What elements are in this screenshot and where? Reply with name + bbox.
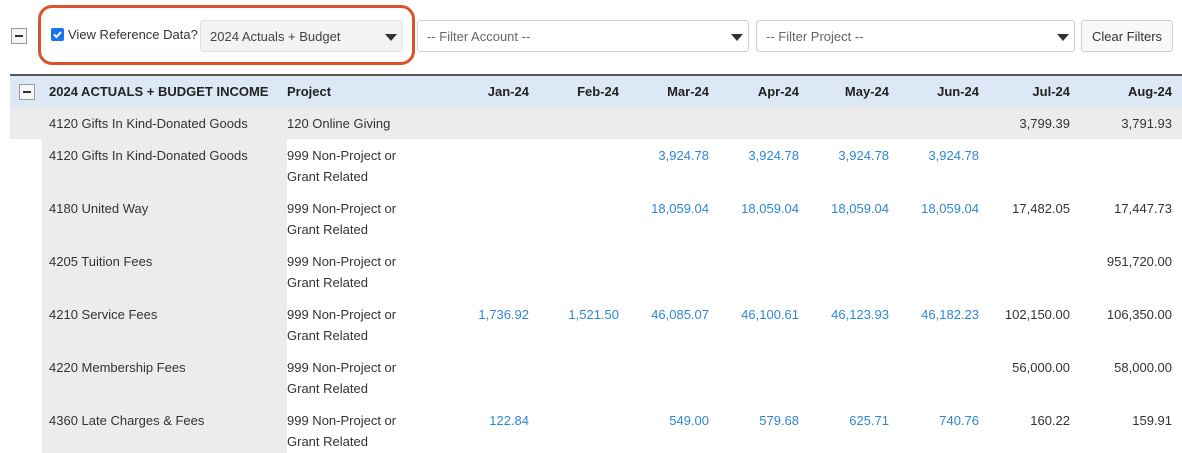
project-cell: Grant Related [287,381,368,396]
project-cell: Grant Related [287,328,368,343]
value-cell-jul: 17,482.05 [1012,201,1070,216]
value-cell-apr[interactable]: 3,924.78 [720,145,799,166]
row-gutter [10,192,42,245]
value-cell-apr[interactable]: 579.68 [720,410,799,431]
minus-icon [23,91,31,93]
project-cell: 120 Online Giving [287,116,391,131]
project-cell: Grant Related [287,434,368,449]
table-row: 4120 Gifts In Kind-Donated Goods 999 Non-… [10,139,1182,192]
value-cell-may[interactable]: 3,924.78 [810,145,889,166]
value-cell-aug: 3,791.93 [1121,116,1172,131]
check-icon [53,31,62,39]
column-header-jan: Jan-24 [487,84,529,99]
value-cell-aug: 106,350.00 [1106,307,1172,322]
value-cell-mar[interactable]: 46,085.07 [630,304,709,325]
value-cell-jan[interactable]: 122.84 [450,410,529,431]
table-row: 4360 Late Charges & Fees 999 Non-Project … [10,404,1182,453]
value-cell-mar[interactable]: 3,924.78 [630,145,709,166]
project-cell: Grant Related [287,169,368,184]
value-cell-aug: 17,447.73 [1114,201,1172,216]
account-cell: 4205 Tuition Fees [42,245,287,298]
table-row: 4220 Membership Fees 999 Non-Project or Gr… [10,351,1182,404]
row-gutter [10,107,42,139]
project-cell: Grant Related [287,275,368,290]
reference-data-select-value: 2024 Actuals + Budget [210,29,341,44]
account-cell: 4360 Late Charges & Fees [42,404,287,453]
value-cell-aug: 58,000.00 [1114,360,1172,375]
value-cell-apr[interactable]: 46,100.61 [720,304,799,325]
toolbar: View Reference Data? 2024 Actuals + Budg… [0,0,1182,70]
value-cell-aug: 159.91 [1132,413,1172,428]
minus-icon [15,35,23,37]
row-gutter [10,139,42,192]
column-header-apr: Apr-24 [757,84,799,99]
reference-data-select[interactable]: 2024 Actuals + Budget [200,20,403,52]
table-row: 4205 Tuition Fees 999 Non-Project or Grant… [10,245,1182,298]
value-cell-mar[interactable]: 18,059.04 [630,198,709,219]
table-row: 4210 Service Fees 999 Non-Project or Grant… [10,298,1182,351]
value-cell-jun[interactable]: 740.76 [900,410,979,431]
value-cell-jan[interactable]: 1,736.92 [450,304,529,325]
account-cell: 4220 Membership Fees [42,351,287,404]
row-gutter [10,351,42,404]
table-row: 4180 United Way 999 Non-Project or Grant R… [10,192,1182,245]
value-cell-may[interactable]: 625.71 [810,410,889,431]
value-cell-mar[interactable]: 549.00 [630,410,709,431]
chevron-down-icon [731,34,743,41]
value-cell-jul: 3,799.39 [1019,116,1070,131]
value-cell-jul: 160.22 [1030,413,1070,428]
value-cell-jun[interactable]: 18,059.04 [900,198,979,219]
column-header-may: May-24 [844,84,889,99]
row-gutter [10,404,42,453]
collapse-section-button[interactable] [19,84,35,100]
project-filter-select[interactable]: -- Filter Project -- [756,20,1075,52]
column-header-feb: Feb-24 [577,84,619,99]
column-header-account: 2024 ACTUALS + BUDGET INCOME [49,84,269,99]
project-filter-placeholder: -- Filter Project -- [766,29,864,44]
reference-data-label[interactable]: View Reference Data? [68,27,198,42]
value-cell-jul: 102,150.00 [1004,307,1070,322]
value-cell-feb[interactable]: 1,521.50 [540,304,619,325]
column-header-project: Project [287,84,332,99]
column-header-jun: Jun-24 [937,84,979,99]
account-filter-select[interactable]: -- Filter Account -- [417,20,749,52]
row-gutter [10,245,42,298]
column-header-aug: Aug-24 [1127,84,1172,99]
column-header-jul: Jul-24 [1032,84,1070,99]
table-header-row: 2024 ACTUALS + BUDGET INCOME Project Jan… [10,76,1182,107]
chevron-down-icon [1057,34,1069,41]
value-cell-apr[interactable]: 18,059.04 [720,198,799,219]
row-gutter [10,298,42,351]
project-cell: Grant Related [287,222,368,237]
collapse-all-button[interactable] [11,28,27,44]
reference-data-checkbox[interactable] [51,28,64,41]
account-cell: 4210 Service Fees [42,298,287,351]
column-header-mar: Mar-24 [667,84,709,99]
value-cell-aug: 951,720.00 [1106,254,1172,269]
project-cell: 999 Non-Project or [287,201,397,216]
value-cell-jun[interactable]: 3,924.78 [900,145,979,166]
value-cell-may[interactable]: 46,123.93 [810,304,889,325]
project-cell: 999 Non-Project or [287,307,397,322]
value-cell-jul: 56,000.00 [1012,360,1070,375]
project-cell: 999 Non-Project or [287,254,397,269]
account-filter-placeholder: -- Filter Account -- [427,29,531,44]
table-row: 4120 Gifts In Kind-Donated Goods 120 Onli… [10,107,1182,139]
clear-filters-button[interactable]: Clear Filters [1081,20,1173,52]
chevron-down-icon [385,34,397,41]
account-cell: 4120 Gifts In Kind-Donated Goods [42,139,287,192]
project-cell: 999 Non-Project or [287,148,397,163]
value-cell-jun[interactable]: 46,182.23 [900,304,979,325]
project-cell: 999 Non-Project or [287,360,397,375]
value-cell-may[interactable]: 18,059.04 [810,198,889,219]
account-cell: 4120 Gifts In Kind-Donated Goods [42,107,287,139]
account-cell: 4180 United Way [42,192,287,245]
project-cell: 999 Non-Project or [287,413,397,428]
